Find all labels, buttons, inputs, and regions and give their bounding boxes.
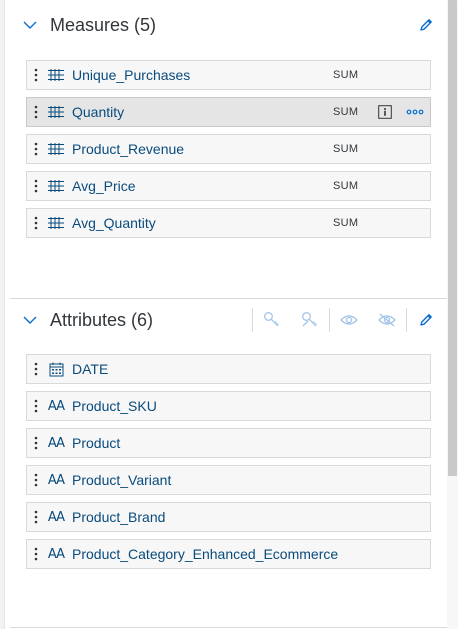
chevron-down-icon	[23, 21, 37, 29]
attribute-row-product-category-enhanced-ecommerce[interactable]: AA Product_Category_Enhanced_Ecommerce	[26, 539, 431, 569]
set-key-button[interactable]	[253, 305, 291, 335]
grip-vertical-icon[interactable]	[29, 134, 43, 164]
attribute-row-product[interactable]: AA Product	[26, 428, 431, 458]
measures-collapse-button[interactable]	[10, 7, 50, 43]
text-type-glyph: AA	[47, 398, 65, 414]
attribute-row-product-sku[interactable]: AA Product_SKU	[26, 391, 431, 421]
attributes-header: Attributes (6)	[10, 302, 445, 338]
measure-icon	[45, 60, 67, 90]
aggregation-label: SUM	[333, 217, 359, 229]
key-icon	[264, 312, 279, 327]
attribute-name: Product_Brand	[72, 509, 166, 525]
aggregation-label: SUM	[333, 143, 359, 155]
attributes-title: Attributes (6)	[50, 309, 154, 330]
text-type-icon: AA	[45, 539, 67, 569]
show-attribute-button[interactable]	[330, 305, 368, 335]
attribute-name: Product	[72, 435, 121, 451]
measure-name: Quantity	[72, 104, 125, 120]
measure-name: Avg_Price	[72, 178, 136, 194]
scrollbar-thumb[interactable]	[448, 0, 457, 476]
attribute-name: Product_Variant	[72, 472, 172, 488]
grip-vertical-icon[interactable]	[29, 465, 43, 495]
measure-name: Avg_Quantity	[72, 215, 156, 231]
panel-bottom-border	[10, 627, 447, 628]
attribute-name: Product_SKU	[72, 398, 157, 414]
text-type-icon: AA	[45, 428, 67, 458]
grip-vertical-icon[interactable]	[29, 97, 43, 127]
aggregation-label: SUM	[333, 69, 359, 81]
calendar-icon	[45, 354, 67, 384]
grip-vertical-icon[interactable]	[29, 502, 43, 532]
text-type-icon: AA	[45, 465, 67, 495]
attribute-row-product-variant[interactable]: AA Product_Variant	[26, 465, 431, 495]
text-type-glyph: AA	[47, 546, 65, 562]
text-type-glyph: AA	[47, 435, 65, 451]
measure-icon	[45, 208, 67, 238]
measure-icon	[45, 97, 67, 127]
measure-icon	[45, 134, 67, 164]
grip-vertical-icon[interactable]	[29, 60, 43, 90]
overflow-icon	[406, 109, 424, 115]
grip-vertical-icon[interactable]	[29, 391, 43, 421]
measures-edit-button[interactable]	[407, 10, 445, 40]
more-options-button[interactable]	[400, 97, 430, 127]
attribute-row-date[interactable]: DATE	[26, 354, 431, 384]
text-type-icon: AA	[45, 502, 67, 532]
text-type-icon: AA	[45, 391, 67, 421]
measure-row-product-revenue[interactable]: Product_Revenue SUM	[26, 134, 431, 164]
aggregation-label: SUM	[333, 180, 359, 192]
section-divider	[10, 298, 447, 299]
text-type-glyph: AA	[47, 472, 65, 488]
info-icon	[378, 105, 392, 119]
remove-key-icon	[302, 312, 317, 327]
panel-left-border	[0, 0, 5, 629]
pencil-icon	[420, 314, 432, 326]
measure-row-unique-purchases[interactable]: Unique_Purchases SUM	[26, 60, 431, 90]
attribute-name: DATE	[72, 361, 109, 377]
attribute-row-product-brand[interactable]: AA Product_Brand	[26, 502, 431, 532]
measure-name: Product_Revenue	[72, 141, 185, 157]
grip-vertical-icon[interactable]	[29, 208, 43, 238]
eye-icon	[340, 315, 358, 325]
attributes-edit-button[interactable]	[407, 305, 445, 335]
grip-vertical-icon[interactable]	[29, 354, 43, 384]
info-button[interactable]	[370, 97, 400, 127]
pencil-icon	[420, 19, 432, 31]
attributes-list: DATE AA Product_SKU AA Product AA Produc…	[26, 354, 431, 576]
aggregation-label: SUM	[333, 106, 359, 118]
attribute-name: Product_Category_Enhanced_Ecommerce	[72, 546, 339, 562]
eye-slash-icon	[378, 313, 396, 327]
grip-vertical-icon[interactable]	[29, 539, 43, 569]
vertical-scrollbar[interactable]	[447, 0, 458, 629]
grip-vertical-icon[interactable]	[29, 171, 43, 201]
attributes-collapse-button[interactable]	[10, 302, 50, 338]
chevron-down-icon	[23, 316, 37, 324]
measure-row-quantity[interactable]: Quantity SUM	[26, 97, 431, 127]
measures-list: Unique_Purchases SUM Quantity SUM Produc…	[26, 60, 431, 245]
hide-attribute-button[interactable]	[368, 305, 406, 335]
remove-key-button[interactable]	[291, 305, 329, 335]
measures-header: Measures (5)	[10, 7, 445, 43]
measure-row-avg-quantity[interactable]: Avg_Quantity SUM	[26, 208, 431, 238]
grip-vertical-icon[interactable]	[29, 428, 43, 458]
measures-title: Measures (5)	[50, 14, 157, 35]
measure-icon	[45, 171, 67, 201]
text-type-glyph: AA	[47, 509, 65, 525]
measure-row-avg-price[interactable]: Avg_Price SUM	[26, 171, 431, 201]
measure-name: Unique_Purchases	[72, 67, 191, 83]
